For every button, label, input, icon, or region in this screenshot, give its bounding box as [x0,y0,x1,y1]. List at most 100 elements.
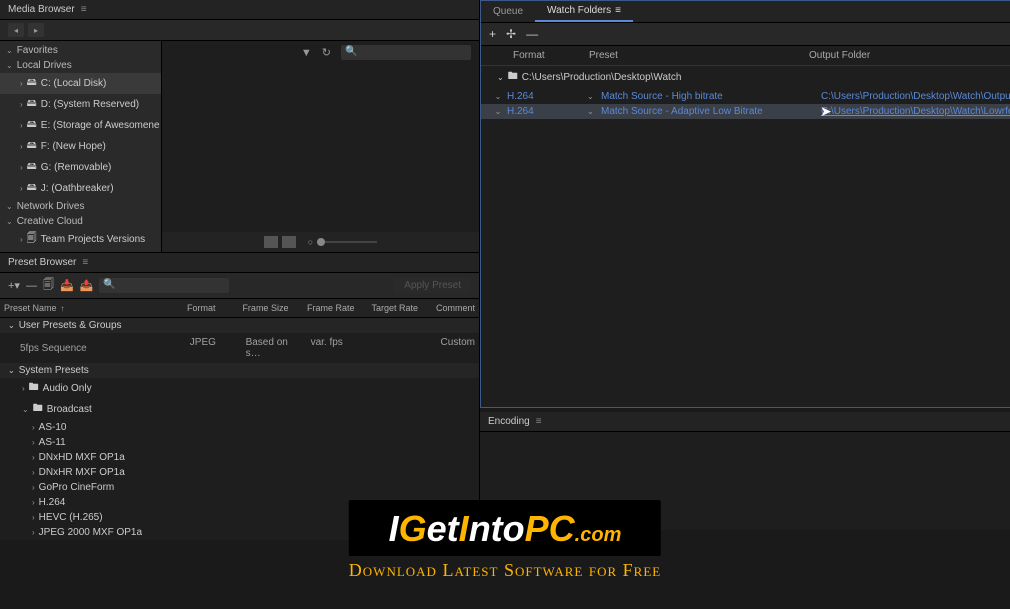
encoding-title: Encoding [488,416,530,427]
col-format[interactable]: Format [183,301,238,315]
team-projects-item[interactable]: ›🗐Team Projects Versions [0,229,161,250]
nav-forward-button[interactable]: ▸ [28,23,44,37]
preset-row[interactable]: 5fps Sequence JPEG Based on s… var. fps … [0,333,479,363]
drive-c[interactable]: ›🖴C: (Local Disk) [0,73,161,94]
drive-e[interactable]: ›🖴E: (Storage of Awesomene [0,115,161,136]
export-preset-button[interactable]: 📤 [80,279,94,292]
col-preset[interactable]: Preset [589,50,809,61]
preset-item[interactable]: ›AS-10 [0,420,479,435]
watch-folders-toolbar: + ✢ — [481,23,1010,46]
panel-menu-icon[interactable]: ≡ [615,5,621,16]
col-target-rate[interactable]: Target Rate [367,301,432,315]
media-browser-title: Media Browser [8,4,75,15]
favorites-section[interactable]: ⌄Favorites [0,43,161,58]
tab-watch-folders[interactable]: Watch Folders≡ [535,1,633,22]
preset-item[interactable]: ›DNxHD MXF OP1a [0,450,479,465]
duplicate-preset-button[interactable]: 🗐 [43,276,54,295]
col-frame-rate[interactable]: Frame Rate [303,301,368,315]
local-drives-section[interactable]: ⌄Local Drives [0,58,161,73]
drive-icon: 🖴 [27,75,37,92]
remove-preset-button[interactable]: — [26,280,37,292]
tab-queue[interactable]: Queue [481,1,535,22]
chevron-down-icon[interactable]: ⌄ [489,92,507,101]
folder-icon: 🖿 [29,380,39,397]
user-presets-group[interactable]: ⌄User Presets & Groups [0,318,479,333]
col-output[interactable]: Output Folder [809,50,870,61]
media-browser-header: Media Browser ≡ [0,0,479,20]
network-drives-section[interactable]: ⌄Network Drives [0,199,161,214]
preset-link[interactable]: Match Source - Adaptive Low Bitrate [601,106,821,117]
chevron-down-icon[interactable]: ⌄ [587,107,601,116]
format-link[interactable]: H.264 [507,106,587,117]
watch-output-row[interactable]: ⌄ H.264 ⌄ Match Source - High bitrate C:… [481,89,1010,104]
drive-g[interactable]: ›🖴G: (Removable) [0,157,161,178]
broadcast-group[interactable]: ⌄🖿Broadcast [0,399,479,420]
preset-columns-header: Preset Name↑ Format Frame Size Frame Rat… [0,299,479,318]
output-link[interactable]: C:\Users\Production\Desktop\Watch\Output… [821,91,1010,102]
apply-preset-button[interactable]: Apply Preset [394,278,471,293]
chevron-down-icon[interactable]: ⌄ [587,92,601,101]
col-comment[interactable]: Comment [432,301,479,315]
remove-button[interactable]: — [526,27,538,41]
preset-browser-header: Preset Browser ≡ [0,253,479,273]
creative-cloud-section[interactable]: ⌄Creative Cloud [0,214,161,229]
panel-menu-icon[interactable]: ≡ [536,416,542,427]
add-folder-button[interactable]: + [489,27,496,41]
panel-menu-icon[interactable]: ≡ [82,257,88,268]
media-filter-bar: ▼ ↻ 🔍 [162,41,479,64]
drive-d[interactable]: ›🖴D: (System Reserved) [0,94,161,115]
watch-folder-path[interactable]: ⌄🖿C:\Users\Production\Desktop\Watch [481,66,1010,89]
media-viewbar: ○ [162,232,479,252]
output-link[interactable]: C:\Users\Production\Desktop\Watch\Lowrfe… [821,106,1010,117]
format-link[interactable]: H.264 [507,91,587,102]
drive-f[interactable]: ›🖴F: (New Hope) [0,136,161,157]
drive-icon: 🖴 [27,117,37,134]
preset-search-input[interactable] [99,278,229,293]
media-browser-tree[interactable]: ⌄Favorites ⌄Local Drives ›🖴C: (Local Dis… [0,41,162,252]
media-browser-toolbar: ◂ ▸ [0,20,479,41]
zoom-out-icon[interactable]: ○ [308,237,313,247]
watch-folders-panel: Queue Watch Folders≡ + ✢ — Format Preset… [480,0,1010,408]
list-view-button[interactable] [264,236,278,248]
panel-menu-icon[interactable]: ≡ [81,4,87,15]
col-frame-size[interactable]: Frame Size [238,301,303,315]
zoom-slider[interactable] [317,241,377,243]
add-preset-button[interactable]: +▾ [8,279,20,292]
filter-icon[interactable]: ▼ [301,47,312,59]
folder-icon: 🖿 [508,69,518,86]
media-browser-panel: Media Browser ≡ ◂ ▸ ⌄Favorites ⌄Local Dr… [0,0,479,252]
preset-item[interactable]: ›DNxHR MXF OP1a [0,465,479,480]
preset-browser-panel: Preset Browser ≡ +▾ — 🗐 📥 📤 🔍 Apply Pres… [0,252,479,540]
search-icon: 🔍 [103,279,115,290]
nav-back-button[interactable]: ◂ [8,23,24,37]
watermark-subtitle: Download Latest Software for Free [349,560,661,581]
watermark-box: IGetIntoPC.com [349,500,661,556]
add-format-button[interactable]: ✢ [506,27,516,41]
col-format[interactable]: Format [489,50,589,61]
tabs-bar: Queue Watch Folders≡ [481,1,1010,23]
cloud-icon: 🗐 [27,231,37,248]
refresh-icon[interactable]: ↻ [322,46,331,59]
watermark-logo: IGetIntoPC.com [369,508,641,550]
col-preset-name[interactable]: Preset Name↑ [0,301,183,315]
drive-icon: 🖴 [27,159,37,176]
encoding-header: Encoding ≡ [480,412,1010,432]
chevron-down-icon[interactable]: ⌄ [489,107,507,116]
media-viewer [162,64,479,232]
folder-icon: 🖿 [33,401,43,418]
watch-output-row[interactable]: ⌄ H.264 ⌄ Match Source - Adaptive Low Bi… [481,104,1010,119]
preset-item[interactable]: ›AS-11 [0,435,479,450]
preset-item[interactable]: ›GoPro CineForm [0,480,479,495]
preset-link[interactable]: Match Source - High bitrate [601,91,821,102]
drive-j[interactable]: ›🖴J: (Oathbreaker) [0,178,161,199]
search-icon: 🔍 [345,46,357,57]
thumbnail-view-button[interactable] [282,236,296,248]
drive-icon: 🖴 [27,180,37,197]
media-search-input[interactable] [341,45,471,60]
audio-only-group[interactable]: ›🖿Audio Only [0,378,479,399]
preset-browser-title: Preset Browser [8,257,76,268]
import-preset-button[interactable]: 📥 [60,279,74,292]
preset-toolbar: +▾ — 🗐 📥 📤 🔍 Apply Preset [0,273,479,299]
system-presets-group[interactable]: ⌄System Presets [0,363,479,378]
watch-folders-columns: Format Preset Output Folder [481,46,1010,66]
